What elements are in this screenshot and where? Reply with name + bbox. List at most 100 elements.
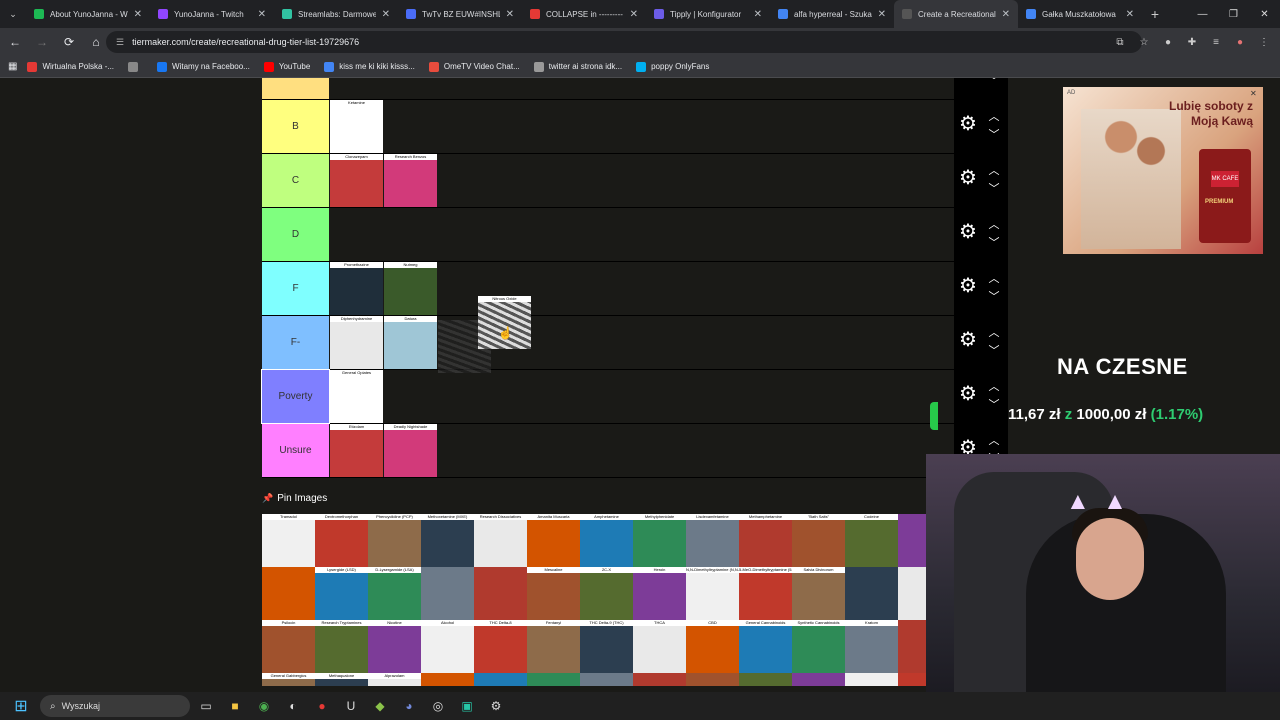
pool-item[interactable]: Salvia Divinorum xyxy=(792,567,845,620)
pool-item[interactable]: Alprazolam xyxy=(368,673,421,686)
chrome-icon[interactable]: ◉ xyxy=(251,693,277,719)
windows-start-icon[interactable]: ⊞ xyxy=(10,695,32,717)
bookmark-item[interactable]: YouTube xyxy=(263,61,310,72)
tier-settings-gear-icon[interactable]: ⚙ xyxy=(958,168,978,188)
pool-item[interactable]: Dextromethorphan xyxy=(315,514,368,567)
task-view-icon[interactable]: ▭ xyxy=(193,693,219,719)
tier-label[interactable] xyxy=(262,78,329,99)
pool-item[interactable]: Methamphetamine xyxy=(739,514,792,567)
tab-close-icon[interactable]: ✕ xyxy=(1002,9,1010,20)
new-tab-button[interactable]: + xyxy=(1142,0,1168,28)
advertisement[interactable]: AD ✕ Lubię soboty z Moją Kawą MK CAFE PR… xyxy=(1063,87,1263,254)
pool-item[interactable]: Research Tryptamines xyxy=(315,620,368,673)
pool-item[interactable]: "Bath Salts" xyxy=(792,514,845,567)
pool-item[interactable] xyxy=(421,567,474,620)
move-down-icon[interactable]: ﹀ xyxy=(986,396,1002,414)
browser-tab[interactable]: Tipply | Konfigurator ✕ xyxy=(646,0,770,28)
address-bar[interactable]: ☰ tiermaker.com/create/recreational-drug… xyxy=(106,31,1142,53)
tab-close-icon[interactable]: ✕ xyxy=(382,9,390,20)
tier-item[interactable]: Nutmeg xyxy=(384,262,437,315)
maximize-icon[interactable]: ❐ xyxy=(1218,0,1249,28)
tier-label[interactable]: C xyxy=(262,154,329,207)
move-up-icon[interactable]: ︿ xyxy=(986,432,1002,450)
pool-item[interactable]: Fentanyl xyxy=(527,620,580,673)
apps-icon[interactable]: ▦ xyxy=(8,61,17,72)
pool-item[interactable]: Heroin xyxy=(633,567,686,620)
pool-item[interactable]: THCA xyxy=(633,620,686,673)
forward-icon[interactable]: → xyxy=(30,30,54,54)
app-teal-icon[interactable]: ▣ xyxy=(454,693,480,719)
settings-gear-icon[interactable]: ⚙ xyxy=(483,693,509,719)
pool-item[interactable]: N,N-Dimethyltryptamine (N,N-DMT) xyxy=(686,567,739,620)
pool-item[interactable]: Amanita Muscaria xyxy=(527,514,580,567)
move-up-icon[interactable]: ︿ xyxy=(986,108,1002,126)
tier-item[interactable]: Diphenhydramine xyxy=(330,316,383,369)
pool-item[interactable] xyxy=(474,673,527,686)
tier-item[interactable]: Promethazine xyxy=(330,262,383,315)
move-up-icon[interactable]: ︿ xyxy=(986,378,1002,396)
browser-tab[interactable]: Create a Recreational ✕ xyxy=(894,0,1018,28)
steam-icon[interactable]: ◐ xyxy=(280,693,306,719)
pool-item[interactable]: Psilocin xyxy=(262,620,315,673)
browser-tab[interactable]: YunoJanna - Twitch ✕ xyxy=(150,0,274,28)
pool-item[interactable]: D-Lysergamide (LSA) xyxy=(368,567,421,620)
bookmark-star-icon[interactable]: ☆ xyxy=(1134,32,1154,52)
tier-settings-gear-icon[interactable]: ⚙ xyxy=(958,276,978,296)
site-info-icon[interactable]: ☰ xyxy=(116,37,124,48)
taskbar-search[interactable]: ⌕ Wyszukaj xyxy=(40,695,190,717)
pool-item[interactable] xyxy=(898,514,926,567)
pool-item[interactable]: CBD xyxy=(686,620,739,673)
pool-item[interactable]: Lisdexamfetamine xyxy=(686,514,739,567)
browser-tab[interactable]: Streamlabs: Darmowe ✕ xyxy=(274,0,398,28)
tab-close-icon[interactable]: ✕ xyxy=(754,9,762,20)
pool-item[interactable]: Lysergide (LSD) xyxy=(315,567,368,620)
file-explorer-icon[interactable]: ■ xyxy=(222,693,248,719)
move-up-icon[interactable]: ︿ xyxy=(986,162,1002,180)
tier-settings-gear-icon[interactable]: ⚙ xyxy=(958,78,978,80)
tier-item[interactable]: General Opiates xyxy=(330,370,383,423)
pool-item[interactable] xyxy=(421,673,474,686)
tab-close-icon[interactable]: ✕ xyxy=(1126,9,1134,20)
pool-item[interactable] xyxy=(686,673,739,686)
bookmark-item[interactable]: Witamy na Faceboo... xyxy=(157,61,250,72)
tab-search-icon[interactable]: ⌄ xyxy=(0,0,26,28)
minimize-icon[interactable]: — xyxy=(1187,0,1218,28)
pool-item[interactable] xyxy=(262,567,315,620)
pool-item[interactable] xyxy=(739,673,792,686)
pool-item[interactable] xyxy=(474,567,527,620)
back-icon[interactable]: ← xyxy=(3,30,27,54)
pool-item[interactable]: 2C-X xyxy=(580,567,633,620)
tier-settings-gear-icon[interactable]: ⚙ xyxy=(958,222,978,242)
pool-item[interactable]: Amphetamine xyxy=(580,514,633,567)
pool-item[interactable]: 5-MeO-Dimethyltryptamine (5-MeO-DMT) xyxy=(739,567,792,620)
close-window-icon[interactable]: ✕ xyxy=(1249,0,1280,28)
pool-item[interactable]: THC Delta-8 xyxy=(474,620,527,673)
home-icon[interactable]: ⌂ xyxy=(84,30,108,54)
browser-tab[interactable]: Gałka Muszkatołowa ✕ xyxy=(1018,0,1142,28)
ubisoft-icon[interactable]: U xyxy=(338,693,364,719)
move-down-icon[interactable]: ﹀ xyxy=(986,288,1002,306)
tab-close-icon[interactable]: ✕ xyxy=(630,9,638,20)
pool-item[interactable]: Phencyclidine (PCP) xyxy=(368,514,421,567)
bookmark-item[interactable]: twitter ai strona idk... xyxy=(533,61,622,72)
pool-item[interactable]: Methoxetamine (MXE) xyxy=(421,514,474,567)
pool-item[interactable]: Research Dissociatives xyxy=(474,514,527,567)
app-red-icon[interactable]: ● xyxy=(309,693,335,719)
pool-item[interactable] xyxy=(898,620,926,673)
discord-icon[interactable]: ◕ xyxy=(396,693,422,719)
pool-item[interactable]: Mescaline xyxy=(527,567,580,620)
tab-close-icon[interactable]: ✕ xyxy=(878,9,886,20)
bookmark-item[interactable]: OmeTV Video Chat... xyxy=(428,61,520,72)
move-down-icon[interactable]: ﹀ xyxy=(986,126,1002,144)
tier-item[interactable]: Ketamine xyxy=(330,100,383,153)
extension-icon[interactable]: ● xyxy=(1158,32,1178,52)
tier-settings-gear-icon[interactable]: ⚙ xyxy=(958,330,978,350)
pool-item[interactable]: THC Delta-9 (THC) xyxy=(580,620,633,673)
pool-item[interactable]: Synthetic Cannabinoids xyxy=(792,620,845,673)
browser-tab[interactable]: alfa hyperreal - Szuka ✕ xyxy=(770,0,894,28)
tier-label[interactable]: Poverty xyxy=(261,369,330,424)
pin-images-toggle[interactable]: 📌 Pin Images xyxy=(262,493,327,504)
pool-item[interactable]: General Cannabinoids xyxy=(739,620,792,673)
pool-item[interactable] xyxy=(580,673,633,686)
move-down-icon[interactable]: ﹀ xyxy=(986,234,1002,252)
